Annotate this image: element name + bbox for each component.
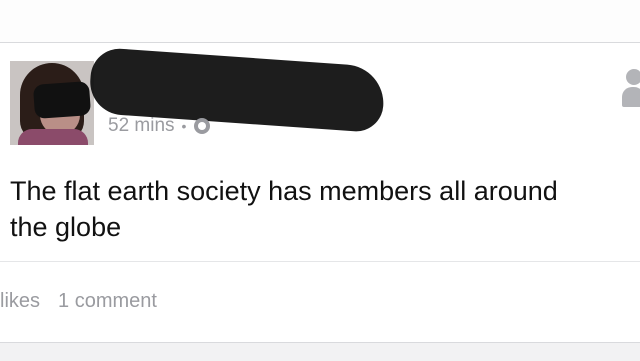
profile-icon-head [626,69,640,85]
post-card: 52 mins • The flat earth society has mem… [0,42,640,343]
avatar-redaction [32,81,92,119]
top-gap [0,0,640,42]
globe-icon [194,118,211,134]
profile-icon-body [622,87,640,107]
post-timestamp[interactable]: 52 mins [108,115,175,137]
post-text-line-1: The flat earth society has members all a… [10,176,558,206]
meta-separator: • [181,118,187,134]
post-divider [0,261,640,262]
avatar[interactable] [10,61,94,145]
post-text-line-2: the globe [10,212,122,242]
post-meta: 52 mins • [108,115,211,137]
post-footer: likes 1 comment [0,290,175,313]
comments-link[interactable]: 1 comment [58,290,157,313]
post-text: The flat earth society has members all a… [10,173,630,245]
avatar-shirt [18,129,88,145]
likes-link[interactable]: likes [0,290,40,313]
bottom-gap [0,342,640,361]
friend-profile-icon[interactable] [620,69,640,111]
